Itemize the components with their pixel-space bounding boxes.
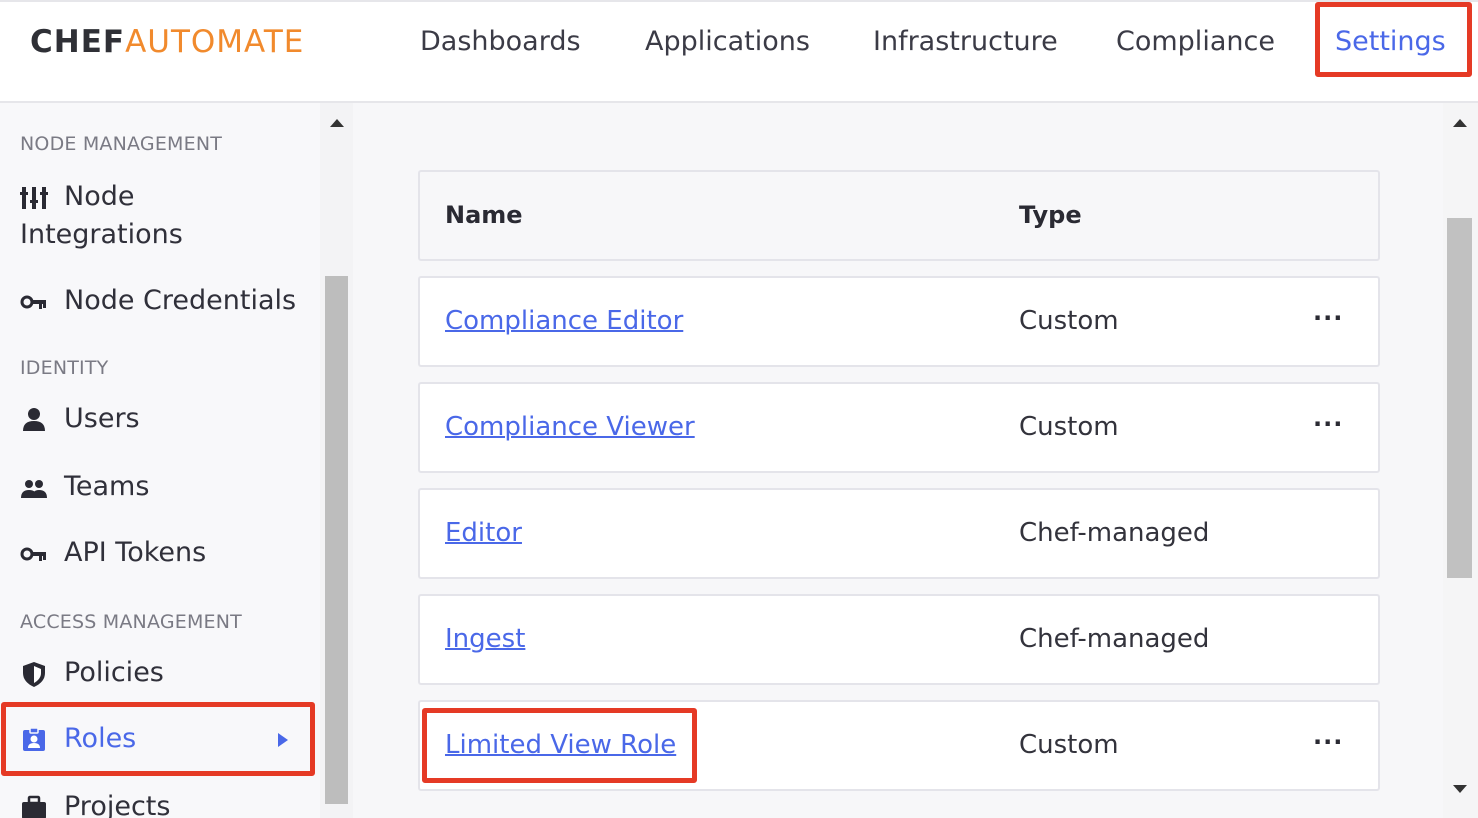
key-icon	[20, 295, 46, 309]
users-label: Users	[64, 403, 140, 434]
projects-label: Projects	[64, 791, 171, 818]
role-link[interactable]: Compliance Editor	[445, 306, 683, 336]
role-type-cell: Custom	[1019, 730, 1119, 760]
node-integrations-icon	[20, 187, 48, 209]
table-row: Ingest Chef-managed	[418, 594, 1380, 685]
api-key-icon	[20, 547, 46, 561]
main-scrollbar[interactable]	[1443, 103, 1478, 818]
sidebar-scrollbar-thumb[interactable]	[325, 276, 348, 804]
section-heading-node-management: NODE MANAGEMENT	[20, 133, 223, 155]
scroll-up-arrow-icon[interactable]	[1453, 119, 1467, 127]
teams-icon	[21, 480, 47, 498]
nav-infrastructure[interactable]: Infrastructure	[873, 22, 1058, 62]
api-tokens-label: API Tokens	[64, 537, 207, 568]
role-name-cell: Ingest	[445, 596, 525, 683]
sidebar-scrollbar[interactable]	[320, 103, 353, 818]
role-name-cell: Compliance Editor	[445, 278, 683, 365]
role-name-cell: Limited View Role	[445, 702, 676, 789]
nav-applications[interactable]: Applications	[645, 22, 810, 62]
logo-part-chef: CHEF	[30, 24, 126, 60]
scroll-up-arrow-icon[interactable]	[330, 119, 344, 127]
table-row: Limited View Role Custom ···	[418, 700, 1380, 791]
column-header-type[interactable]: Type	[1019, 172, 1082, 259]
caret-right-icon	[278, 733, 288, 747]
column-header-name[interactable]: Name	[445, 172, 523, 259]
roles-table-header: Name Type	[418, 170, 1380, 261]
nav-dashboards[interactable]: Dashboards	[420, 22, 581, 62]
role-type-cell: Custom	[1019, 412, 1119, 442]
role-link[interactable]: Compliance Viewer	[445, 412, 695, 442]
table-row: Compliance Editor Custom ···	[418, 276, 1380, 367]
shield-icon	[23, 662, 45, 687]
role-type-cell: Chef-managed	[1019, 624, 1210, 654]
role-link[interactable]: Ingest	[445, 624, 525, 654]
scroll-down-arrow-icon[interactable]	[1453, 785, 1467, 793]
section-heading-identity: IDENTITY	[20, 357, 109, 379]
policies-label: Policies	[64, 657, 164, 688]
user-icon	[23, 408, 45, 431]
nav-compliance[interactable]: Compliance	[1116, 22, 1275, 62]
teams-label: Teams	[64, 471, 150, 502]
more-options-icon[interactable]: ···	[1313, 702, 1343, 789]
role-type-cell: Chef-managed	[1019, 518, 1210, 548]
section-heading-access-management: ACCESS MANAGEMENT	[20, 611, 242, 633]
role-name-cell: Compliance Viewer	[445, 384, 695, 471]
main-scrollbar-thumb[interactable]	[1447, 218, 1472, 578]
more-options-icon[interactable]: ···	[1313, 278, 1343, 365]
node-credentials-label: Node Credentials	[64, 285, 297, 316]
node-integrations-label-line2: Integrations	[20, 219, 183, 250]
top-navigation: CHEFAUTOMATE Dashboards Applications Inf…	[0, 0, 1478, 103]
role-link[interactable]: Limited View Role	[445, 730, 676, 760]
roles-label: Roles	[64, 723, 137, 754]
briefcase-icon	[22, 795, 46, 818]
app-window: CHEFAUTOMATE Dashboards Applications Inf…	[0, 0, 1478, 818]
logo-part-automate: AUTOMATE	[125, 24, 305, 60]
node-integrations-label-line1: Node	[64, 181, 135, 212]
nav-settings[interactable]: Settings	[1335, 22, 1446, 62]
more-options-icon[interactable]: ···	[1313, 384, 1343, 471]
table-row: Editor Chef-managed	[418, 488, 1380, 579]
role-link[interactable]: Editor	[445, 518, 522, 548]
role-name-cell: Editor	[445, 490, 522, 577]
chef-automate-logo[interactable]: CHEFAUTOMATE	[30, 24, 304, 60]
table-row: Compliance Viewer Custom ···	[418, 382, 1380, 473]
role-type-cell: Custom	[1019, 306, 1119, 336]
id-badge-icon	[23, 727, 45, 751]
settings-sidebar	[0, 103, 320, 818]
